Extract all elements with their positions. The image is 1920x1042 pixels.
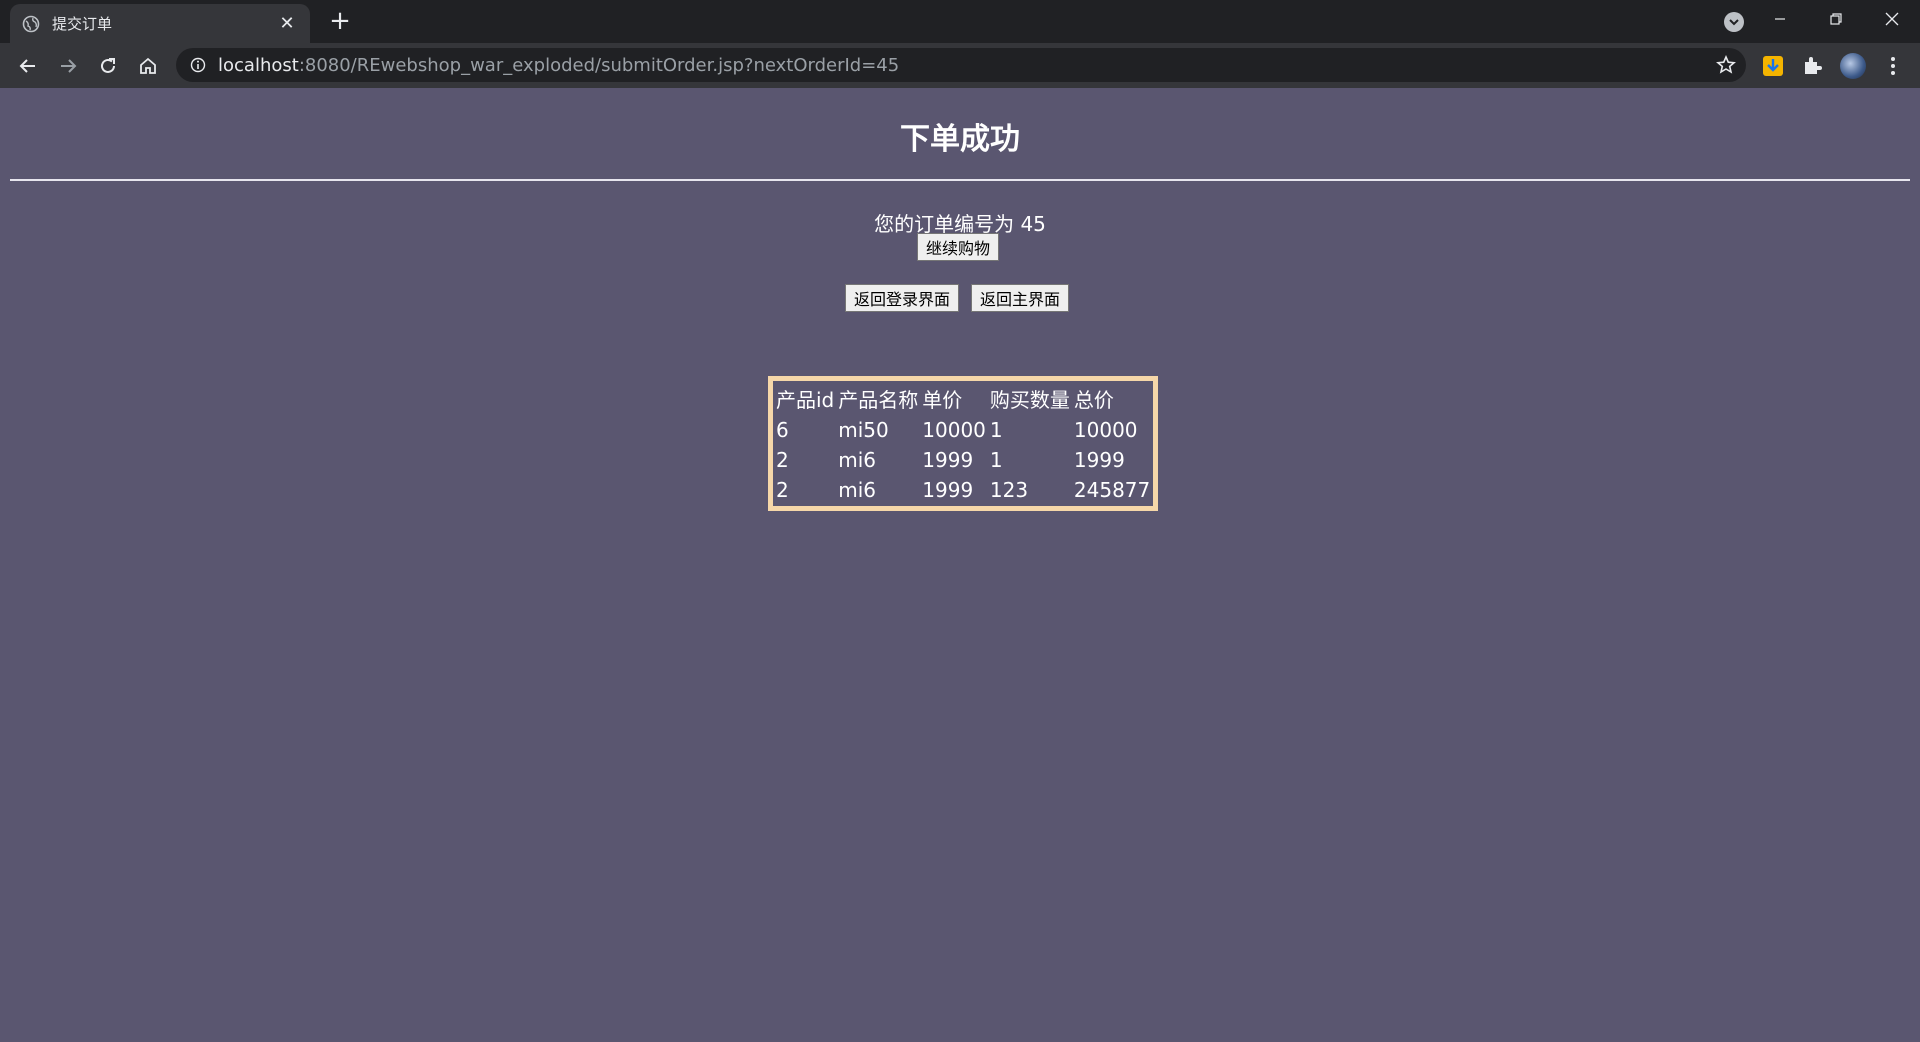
table-cell: 1999 (922, 448, 974, 472)
home-icon (140, 57, 156, 74)
table-header-cell: 产品id (776, 388, 835, 412)
back-to-login-button[interactable]: 返回登录界面 (845, 284, 960, 312)
table-header-cell: 产品名称 (838, 388, 919, 412)
address-bar[interactable]: localhost:8080/REwebshop_war_exploded/su… (176, 48, 1746, 82)
tab-title: 提交订单 (52, 15, 113, 33)
order-table: 产品id 产品名称 单价 购买数量 总价 6 mi50 10000 1 10000 2 mi6 1999… (768, 376, 1159, 511)
table-row: 2 mi6 1999 123 245877 (775, 476, 1151, 504)
table-cell: 2 (776, 448, 789, 472)
table-cell: 123 (989, 478, 1029, 502)
back-arrow-icon (19, 58, 35, 73)
globe-icon (22, 15, 40, 32)
tab-close-icon[interactable]: ✕ (276, 13, 298, 34)
table-row: 6 mi50 10000 1 10000 (775, 416, 1151, 444)
restore-button[interactable] (1808, 0, 1864, 38)
close-window-button[interactable] (1864, 0, 1920, 38)
browser-toolbar: localhost:8080/REwebshop_war_exploded/su… (0, 43, 1920, 88)
extension-download-icon[interactable] (1760, 53, 1786, 79)
tab-strip: 提交订单 ✕ + (0, 0, 1920, 43)
browser-tab[interactable]: 提交订单 ✕ (10, 4, 310, 43)
url-host: localhost (218, 54, 299, 76)
table-cell: mi6 (838, 478, 877, 502)
forward-button[interactable] (48, 46, 88, 86)
back-to-main-button[interactable]: 返回主界面 (971, 284, 1070, 312)
table-cell: 1999 (922, 478, 974, 502)
reload-button[interactable] (88, 46, 128, 86)
url-text: localhost:8080/REwebshop_war_exploded/su… (218, 55, 899, 76)
table-cell: 10000 (1073, 418, 1138, 442)
table-cell: 6 (776, 418, 789, 442)
page-title: 下单成功 (900, 122, 1020, 157)
home-button[interactable] (128, 46, 168, 86)
back-button[interactable] (8, 46, 48, 86)
table-cell: mi6 (838, 448, 877, 472)
horizontal-divider (10, 179, 1910, 181)
forward-arrow-icon (61, 58, 77, 73)
tab-search-icon[interactable] (1724, 12, 1744, 32)
table-cell: mi50 (838, 418, 889, 442)
menu-kebab-icon[interactable] (1880, 53, 1906, 79)
table-row: 2 mi6 1999 1 1999 (775, 446, 1151, 474)
bookmark-star-icon[interactable] (1716, 55, 1736, 75)
page-content: 下单成功 您的订单编号为 45 继续购物 返回登录界面 返回主界面 产品id 产品… (0, 88, 1920, 1042)
table-cell: 1999 (1073, 448, 1125, 472)
minimize-button[interactable] (1752, 0, 1808, 38)
reload-icon (101, 57, 115, 73)
table-header-cell: 购买数量 (989, 388, 1070, 412)
table-header-cell: 总价 (1073, 388, 1114, 412)
table-header-row: 产品id 产品名称 单价 购买数量 总价 (775, 383, 1151, 414)
table-cell: 2 (776, 478, 789, 502)
order-table-body: 产品id 产品名称 单价 购买数量 总价 6 mi50 10000 1 10000 2 mi6 1999… (775, 383, 1151, 504)
url-path: :8080/REwebshop_war_exploded/submitOrder… (298, 54, 900, 76)
continue-shopping-button[interactable]: 继续购物 (917, 233, 1000, 261)
table-cell: 245877 (1073, 478, 1151, 502)
new-tab-button[interactable]: + (326, 8, 354, 36)
table-cell: 10000 (922, 418, 986, 442)
extensions-puzzle-icon[interactable] (1800, 53, 1826, 79)
profile-avatar[interactable] (1840, 53, 1866, 79)
info-icon[interactable] (190, 57, 206, 73)
table-cell: 1 (989, 418, 1003, 442)
table-cell: 1 (989, 448, 1003, 472)
table-header-cell: 单价 (922, 388, 963, 412)
